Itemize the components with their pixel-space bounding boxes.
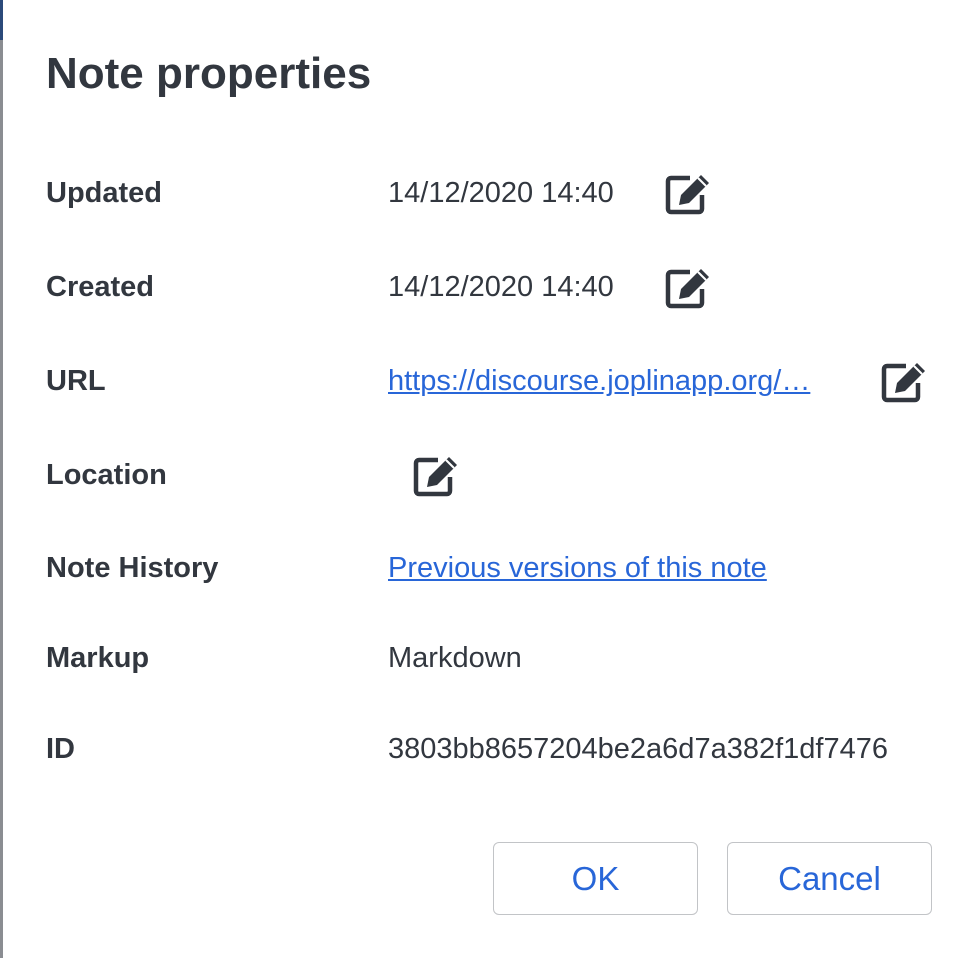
property-label-location: Location — [46, 459, 167, 491]
property-value-url-link[interactable]: https://discourse.joplinapp.org/… — [388, 357, 810, 405]
edit-updated-button[interactable] — [663, 169, 715, 217]
dialog-title: Note properties — [46, 49, 372, 98]
property-row-url: URL https://discourse.joplinapp.org/… — [46, 357, 946, 405]
property-label-id: ID — [46, 733, 75, 765]
property-row-id: ID 3803bb8657204be2a6d7a382f1df7476 — [46, 725, 946, 773]
cancel-button[interactable]: Cancel — [727, 842, 932, 915]
edit-icon — [665, 175, 709, 215]
property-label-url: URL — [46, 365, 106, 397]
property-value-created: 14/12/2020 14:40 — [388, 271, 614, 303]
property-value-id: 3803bb8657204be2a6d7a382f1df7476 — [388, 733, 888, 765]
property-row-markup: Markup Markdown — [46, 634, 946, 682]
property-row-location: Location — [46, 451, 946, 499]
property-label-created: Created — [46, 271, 154, 303]
property-label-note-history: Note History — [46, 552, 219, 584]
edit-url-button[interactable] — [879, 357, 931, 405]
property-row-created: Created 14/12/2020 14:40 — [46, 263, 946, 311]
property-label-markup: Markup — [46, 642, 150, 674]
property-row-note-history: Note History Previous versions of this n… — [46, 544, 946, 592]
edit-created-button[interactable] — [663, 263, 715, 311]
property-value-markup: Markdown — [388, 642, 522, 674]
edit-icon — [665, 269, 709, 309]
edit-icon — [881, 363, 925, 403]
ok-button[interactable]: OK — [493, 842, 698, 915]
property-row-updated: Updated 14/12/2020 14:40 — [46, 169, 946, 217]
previous-versions-link[interactable]: Previous versions of this note — [388, 544, 767, 592]
edit-icon — [413, 457, 457, 497]
edit-location-button[interactable] — [411, 451, 463, 499]
property-label-updated: Updated — [46, 177, 162, 209]
note-properties-dialog: Note properties Updated 14/12/2020 14:40… — [3, 0, 956, 958]
property-value-updated: 14/12/2020 14:40 — [388, 177, 614, 209]
